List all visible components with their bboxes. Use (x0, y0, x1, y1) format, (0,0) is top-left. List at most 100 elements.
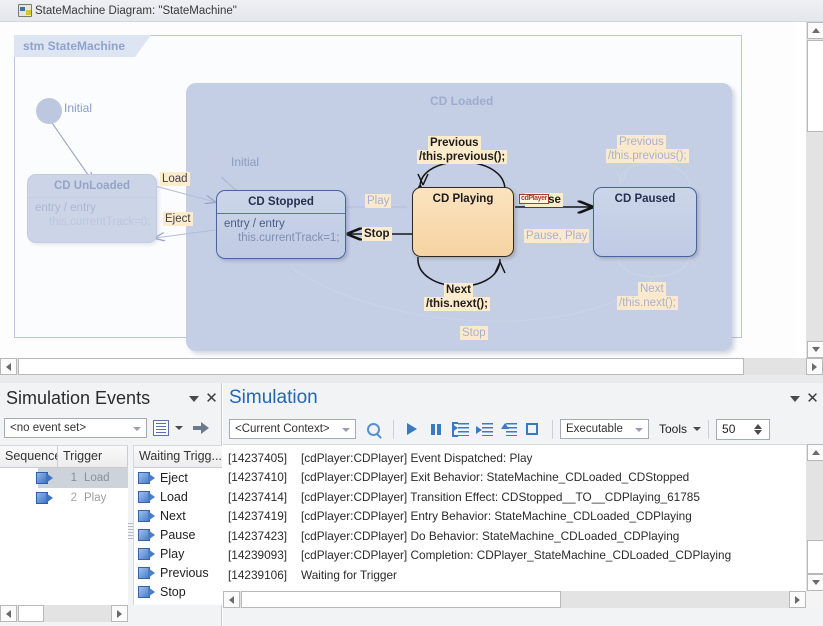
scroll-down-button[interactable] (807, 341, 823, 358)
log-entry: [14237414] [cdPlayer:CDPlayer] Transitio… (223, 487, 806, 507)
simulation-panel-menu-button[interactable] (787, 391, 802, 406)
row-sequence-number: 1 (58, 468, 80, 488)
scroll-thumb[interactable] (18, 605, 44, 622)
scroll-up-button[interactable] (807, 444, 823, 461)
event-set-list-icon[interactable] (153, 420, 169, 436)
step-into-button[interactable] (449, 419, 471, 440)
scroll-thumb[interactable] (807, 540, 823, 574)
log-entry: [14239106] Waiting for Trigger (223, 565, 806, 585)
event-tag-icon (36, 472, 54, 484)
scroll-right-button[interactable] (789, 591, 806, 608)
stepper-up-icon[interactable] (754, 424, 762, 429)
state-entry: entry / entry (35, 202, 96, 214)
events-panel-close-button[interactable]: ✕ (204, 391, 219, 406)
state-title: CD Paused (594, 188, 696, 205)
transition-label-stop-outer[interactable]: Stop (460, 326, 488, 340)
log-vertical-scrollbar[interactable] (806, 444, 823, 591)
log-message: [cdPlayer:CDPlayer] Exit Behavior: State… (301, 470, 689, 484)
executable-combo[interactable]: Executable (560, 419, 649, 439)
list-item[interactable]: Next (134, 506, 222, 525)
state-cd-stopped[interactable]: CD Stopped entry / entry this.currentTra… (216, 190, 346, 259)
chevron-down-icon[interactable] (175, 426, 183, 430)
column-header-trigger[interactable]: Trigger (58, 446, 128, 467)
list-item[interactable]: Eject (134, 468, 222, 487)
event-set-combo[interactable]: <no event set> (4, 418, 147, 438)
state-cd-playing[interactable]: CD Playing (412, 187, 514, 257)
log-entry: [14237410] [cdPlayer:CDPlayer] Exit Beha… (223, 468, 806, 488)
scroll-left-button[interactable] (0, 605, 17, 622)
initial-pseudostate-inner[interactable] (203, 152, 229, 178)
transition-label-pause-play[interactable]: Pause, Play (524, 229, 589, 243)
scroll-right-button[interactable] (111, 605, 128, 622)
state-entry-detail: this.currentTrack=1; (224, 231, 339, 245)
transition-label-play[interactable]: Play (365, 194, 391, 208)
scroll-right-button[interactable] (806, 358, 823, 375)
trigger-label: Pause (160, 528, 195, 542)
step-over-button[interactable] (473, 419, 495, 440)
stop-icon (526, 423, 538, 435)
pause-button[interactable] (425, 419, 447, 440)
scroll-thumb[interactable] (18, 358, 744, 375)
state-cd-unloaded[interactable]: CD UnLoaded entry / entry this.currentTr… (27, 174, 157, 243)
state-title: CD Stopped (217, 191, 345, 208)
transition-effect-previous-paused[interactable]: /this.previous(); (606, 149, 689, 163)
transition-label-next-paused[interactable]: Next (638, 282, 666, 296)
transition-label-stop[interactable]: Stop (362, 227, 392, 241)
transition-label-eject[interactable]: Eject (163, 212, 193, 226)
list-item[interactable]: Pause (134, 525, 222, 544)
diagram-canvas[interactable]: stm StateMachine CD Loaded (0, 22, 797, 358)
list-item[interactable]: Previous (134, 563, 222, 582)
waiting-triggers-header[interactable]: Waiting Trigg... (134, 446, 222, 468)
trigger-label: Next (160, 509, 186, 523)
transition-label-previous-paused[interactable]: Previous (617, 135, 666, 149)
simulation-log[interactable]: [14237405] [cdPlayer:CDPlayer] Event Dis… (223, 444, 806, 591)
speed-stepper[interactable]: 50 (716, 419, 770, 440)
scroll-down-button[interactable] (807, 574, 823, 591)
events-grid[interactable]: Sequence Trigger 1 Load 2 Play (0, 445, 128, 605)
scroll-left-button[interactable] (223, 591, 240, 608)
column-header-sequence[interactable]: Sequence (0, 446, 58, 467)
state-entry-detail: this.currentTrack=0; (35, 215, 150, 229)
transition-effect-next-paused[interactable]: /this.next(); (617, 296, 678, 310)
chevron-down-icon (133, 427, 141, 431)
transition-effect-previous[interactable]: /this.previous(); (417, 150, 507, 164)
trigger-tag-icon (138, 548, 157, 560)
stop-button[interactable] (521, 419, 543, 440)
step-out-button[interactable] (497, 419, 519, 440)
diagram-pane[interactable]: stm StateMachine CD Loaded (0, 22, 823, 358)
state-title: CD UnLoaded (28, 175, 156, 192)
list-item[interactable]: Play (134, 544, 222, 563)
stepper-down-icon[interactable] (754, 430, 762, 435)
table-row[interactable]: 2 Play (0, 488, 128, 508)
list-item[interactable]: Stop (134, 582, 222, 601)
diagram-horizontal-scrollbar[interactable] (0, 358, 823, 375)
search-button[interactable] (362, 419, 384, 440)
list-item[interactable]: Load (134, 487, 222, 506)
transition-label-next[interactable]: Next (444, 283, 473, 297)
context-combo[interactable]: <Current Context> (229, 419, 356, 439)
row-sequence-cell (0, 488, 58, 508)
run-button[interactable] (401, 419, 423, 440)
state-cd-paused[interactable]: CD Paused (593, 187, 697, 257)
trigger-label: Play (160, 547, 184, 561)
initial-pseudostate-outer[interactable] (36, 98, 62, 124)
events-panel-menu-button[interactable] (186, 391, 201, 406)
events-grid-horizontal-scrollbar[interactable] (0, 605, 128, 622)
scroll-thumb[interactable] (241, 591, 561, 608)
fire-event-icon[interactable] (193, 421, 210, 435)
transition-label-load[interactable]: Load (160, 172, 190, 186)
scroll-left-button[interactable] (0, 358, 17, 375)
transition-effect-next[interactable]: /this.next(); (424, 297, 490, 311)
log-horizontal-scrollbar[interactable] (223, 591, 823, 608)
log-timestamp: [14237414] (223, 490, 301, 504)
diagram-vertical-scrollbar[interactable] (806, 22, 823, 358)
tools-menu[interactable]: Tools (659, 422, 701, 436)
simulation-panel-close-button[interactable]: ✕ (805, 391, 820, 406)
horizontal-splitter[interactable] (0, 375, 823, 383)
table-row[interactable]: 1 Load (0, 468, 128, 488)
transition-label-previous[interactable]: Previous (428, 136, 481, 150)
scroll-thumb[interactable] (807, 40, 823, 132)
log-timestamp: [14237419] (223, 509, 301, 523)
scroll-up-button[interactable] (807, 22, 823, 39)
waiting-triggers-list[interactable]: Waiting Trigg... Eject Load Next Pause P… (133, 445, 222, 605)
